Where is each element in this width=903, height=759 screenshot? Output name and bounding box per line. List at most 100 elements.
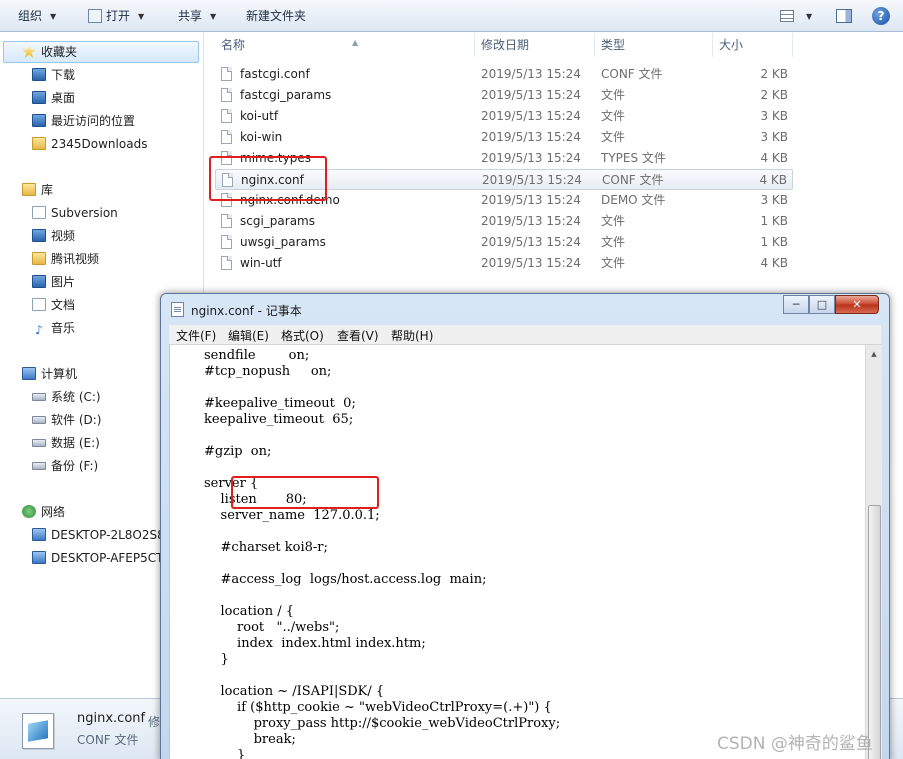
nav-label: 网络 xyxy=(41,505,66,519)
nav-label: DESKTOP-2L8O2S8 xyxy=(51,528,165,542)
nav-item-recent[interactable]: 最近访问的位置 xyxy=(32,111,135,131)
file-date: 2019/5/13 15:24 xyxy=(481,235,581,249)
vertical-scrollbar[interactable]: ▲ ◀ xyxy=(865,345,882,759)
file-row[interactable]: fastcgi_params 2019/5/13 15:24 文件 2 KB xyxy=(215,85,793,106)
open-label: 打开 xyxy=(106,9,131,23)
code-line: #charset koi8-r; xyxy=(204,540,328,555)
maximize-button[interactable]: □ xyxy=(809,295,835,314)
nav-item-drive-c[interactable]: 系统 (C:) xyxy=(32,387,101,407)
nav-item-downloads[interactable]: 下载 xyxy=(32,65,75,85)
chevron-down-icon: ▼ xyxy=(806,12,813,21)
nav-network[interactable]: 网络 xyxy=(22,502,65,522)
file-date: 2019/5/13 15:24 xyxy=(481,151,581,165)
nav-item-desktop-2l8o2s8[interactable]: DESKTOP-2L8O2S8 xyxy=(32,525,165,545)
nav-item-drive-e[interactable]: 数据 (E:) xyxy=(32,433,100,453)
file-name: scgi_params xyxy=(240,214,315,228)
file-icon xyxy=(221,256,232,270)
scroll-up-arrow-icon[interactable]: ▲ xyxy=(867,346,881,362)
column-label: 名称 xyxy=(221,38,246,52)
new-folder-button[interactable]: 新建文件夹 xyxy=(246,7,306,25)
menu-format[interactable]: 格式(O) xyxy=(281,327,324,344)
code-line: root "../webs"; xyxy=(204,620,340,635)
nav-item-subversion[interactable]: Subversion xyxy=(32,203,118,223)
notepad-icon xyxy=(171,302,184,317)
computer-icon xyxy=(32,528,46,541)
share-button[interactable]: 共享 ▼ xyxy=(178,7,216,25)
nav-label: 系统 (C:) xyxy=(51,390,101,404)
code-line: server_name 127.0.0.1; xyxy=(204,508,380,523)
open-button[interactable]: 打开 ▼ xyxy=(88,7,144,25)
menu-edit[interactable]: 编辑(E) xyxy=(228,327,269,344)
code-line: #access_log logs/host.access.log main; xyxy=(204,572,487,587)
file-row[interactable]: koi-utf 2019/5/13 15:24 文件 3 KB xyxy=(215,106,793,127)
code-line: proxy_pass http://$cookie_webVideoCtrlPr… xyxy=(204,716,561,731)
menu-file[interactable]: 文件(F) xyxy=(176,327,216,344)
nav-favorites[interactable]: 收藏夹 xyxy=(22,42,77,62)
nav-item-documents[interactable]: 文档 xyxy=(32,295,75,315)
nav-label: 数据 (E:) xyxy=(51,436,100,450)
menu-view[interactable]: 查看(V) xyxy=(337,327,379,344)
organize-label: 组织 xyxy=(18,9,43,23)
column-header-name[interactable]: 名称 ▲ xyxy=(215,33,475,57)
notepad-file-icon xyxy=(22,713,54,749)
open-icon xyxy=(88,9,102,23)
code-line: keepalive_timeout 65; xyxy=(204,412,354,427)
nav-library[interactable]: 库 xyxy=(22,180,53,200)
nav-item-music[interactable]: ♪ 音乐 xyxy=(32,318,75,338)
help-icon[interactable]: ? xyxy=(872,7,890,25)
computer-icon xyxy=(22,367,36,380)
nav-item-desktop-afep5ct[interactable]: DESKTOP-AFEP5CT xyxy=(32,548,163,568)
file-type: CONF 文件 xyxy=(601,67,663,81)
column-header-date[interactable]: 修改日期 xyxy=(475,33,595,57)
scrollbar-thumb[interactable] xyxy=(868,505,881,759)
nav-label: Subversion xyxy=(51,206,118,220)
file-icon xyxy=(221,214,232,228)
chevron-down-icon: ▼ xyxy=(138,12,145,21)
nav-item-video[interactable]: 视频 xyxy=(32,226,75,246)
column-label: 修改日期 xyxy=(481,38,530,52)
nav-item-2345downloads[interactable]: 2345Downloads xyxy=(32,134,147,154)
code-line: sendfile on; xyxy=(204,348,310,363)
menu-help[interactable]: 帮助(H) xyxy=(391,327,433,344)
nav-label: DESKTOP-AFEP5CT xyxy=(51,551,164,565)
file-type: 文件 xyxy=(601,130,626,144)
file-size: 3 KB xyxy=(760,109,788,123)
column-header-type[interactable]: 类型 xyxy=(595,33,713,57)
organize-button[interactable]: 组织 ▼ xyxy=(18,7,56,25)
file-type: 文件 xyxy=(601,235,626,249)
file-size: 4 KB xyxy=(760,151,788,165)
file-row[interactable]: uwsgi_params 2019/5/13 15:24 文件 1 KB xyxy=(215,232,793,253)
share-label: 共享 xyxy=(178,9,203,23)
file-row[interactable]: scgi_params 2019/5/13 15:24 文件 1 KB xyxy=(215,211,793,232)
view-dropdown[interactable]: ▼ xyxy=(806,7,812,25)
file-row[interactable]: win-utf 2019/5/13 15:24 文件 4 KB xyxy=(215,253,793,274)
code-line: location / { xyxy=(204,604,295,619)
file-row[interactable]: koi-win 2019/5/13 15:24 文件 3 KB xyxy=(215,127,793,148)
highlight-box-nginx-conf xyxy=(209,156,327,201)
code-line: #keepalive_timeout 0; xyxy=(204,396,356,411)
nav-item-drive-d[interactable]: 软件 (D:) xyxy=(32,410,101,430)
nav-item-drive-f[interactable]: 备份 (F:) xyxy=(32,456,98,476)
chevron-down-icon: ▼ xyxy=(210,12,217,21)
chevron-down-icon: ▼ xyxy=(50,12,57,21)
nav-item-tencent-video[interactable]: 腾讯视频 xyxy=(32,249,99,269)
file-date: 2019/5/13 15:24 xyxy=(481,130,581,144)
nav-computer[interactable]: 计算机 xyxy=(22,364,77,384)
column-header-size[interactable]: 大小 xyxy=(713,33,793,57)
view-options-icon[interactable] xyxy=(780,10,794,22)
preview-pane-icon[interactable] xyxy=(836,9,852,23)
file-size: 2 KB xyxy=(760,88,788,102)
file-row[interactable]: fastcgi.conf 2019/5/13 15:24 CONF 文件 2 KB xyxy=(215,64,793,85)
file-name: uwsgi_params xyxy=(240,235,326,249)
close-button[interactable]: ✕ xyxy=(835,295,879,314)
highlight-box-listen-port xyxy=(231,476,379,509)
nav-item-pictures[interactable]: 图片 xyxy=(32,272,75,292)
nav-label: 最近访问的位置 xyxy=(51,114,136,128)
file-size: 2 KB xyxy=(760,67,788,81)
text-editor-area[interactable]: sendfile on; #tcp_nopush on; #keepalive_… xyxy=(169,345,865,759)
minimize-button[interactable]: ─ xyxy=(783,295,809,314)
drive-icon xyxy=(32,462,46,470)
recent-places-icon xyxy=(32,114,46,127)
file-date: 2019/5/13 15:24 xyxy=(481,88,581,102)
nav-item-desktop[interactable]: 桌面 xyxy=(32,88,75,108)
